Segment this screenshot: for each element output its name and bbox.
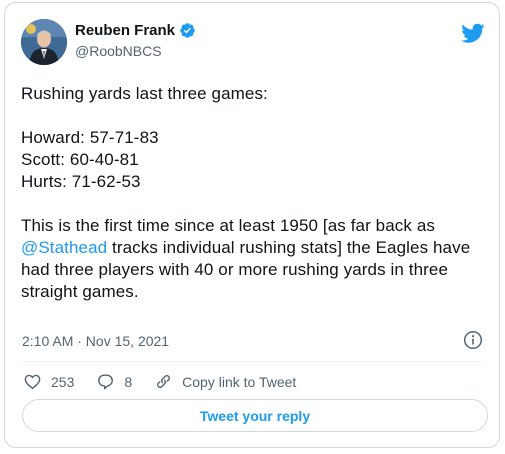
tweet-text: Rushing yards last three games: Howard: … xyxy=(21,83,491,303)
reply-bubble-icon xyxy=(98,374,114,390)
divider xyxy=(22,361,482,362)
tweet-timestamp[interactable]: 2:10 AM · Nov 15, 2021 xyxy=(22,333,169,349)
like-count: 253 xyxy=(51,373,75,390)
author-handle[interactable]: @RoobNBCS xyxy=(75,43,162,59)
tweet-card: Reuben Frank @RoobNBCS Rushing yards las… xyxy=(4,2,500,448)
info-icon[interactable] xyxy=(463,330,483,350)
tweet-line: Rushing yards last three games: xyxy=(21,84,268,103)
tweet-line: Scott: 60-40-81 xyxy=(21,150,139,169)
avatar-image xyxy=(21,19,67,65)
mention-link[interactable]: @Stathead xyxy=(21,238,107,257)
reply-button[interactable]: 8 xyxy=(96,372,132,391)
tweet-line: Howard: 57-71-83 xyxy=(21,128,159,147)
author-display-name[interactable]: Reuben Frank xyxy=(75,22,175,39)
twitter-bird-icon[interactable] xyxy=(461,21,485,45)
avatar[interactable] xyxy=(21,19,67,65)
verified-badge-icon xyxy=(179,22,196,39)
heart-icon xyxy=(24,374,41,390)
tweet-your-reply-button[interactable]: Tweet your reply xyxy=(22,399,488,432)
tweet-line: Hurts: 71-62-53 xyxy=(21,172,141,191)
link-icon xyxy=(157,375,171,388)
tweet-paragraph: This is the first time since at least 19… xyxy=(21,215,491,303)
reply-count: 8 xyxy=(124,373,133,390)
action-bar: 253 8 Copy link to Tweet xyxy=(23,372,318,391)
author-name-row[interactable]: Reuben Frank xyxy=(75,22,196,39)
copy-link-button[interactable]: Copy link to Tweet xyxy=(154,372,296,391)
tweet-text-segment: This is the first time since at least 19… xyxy=(21,216,435,235)
like-button[interactable]: 253 xyxy=(23,372,74,391)
copy-link-label: Copy link to Tweet xyxy=(182,373,297,390)
